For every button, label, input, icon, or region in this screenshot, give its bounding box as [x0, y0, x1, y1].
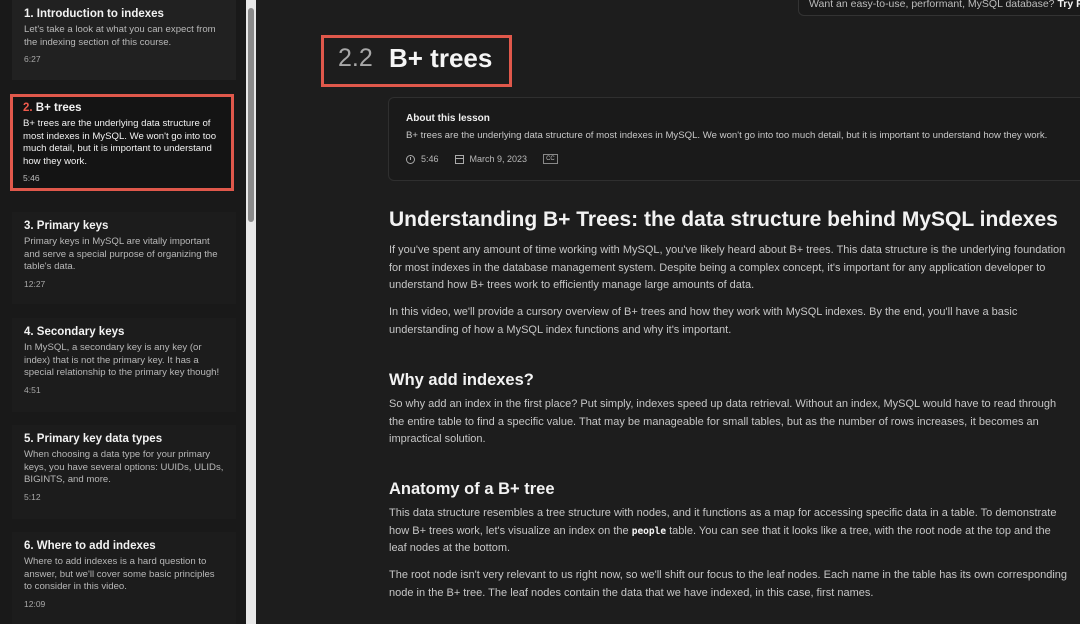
lesson-duration: 5:46 — [421, 154, 439, 164]
inline-code: people — [631, 525, 667, 537]
lesson-title: 4. Secondary keys — [24, 326, 125, 338]
article-paragraph: The root node isn't very relevant to us … — [389, 569, 1068, 599]
lesson-desc: B+ trees are the underlying data structu… — [23, 118, 217, 167]
lesson-duration: 6:27 — [24, 54, 41, 64]
lesson-item-5[interactable]: 5. Primary key data types When choosing … — [12, 425, 236, 519]
page-title: B+ trees — [389, 43, 493, 73]
lesson-duration: 4:51 — [24, 384, 41, 395]
about-description: B+ trees are the underlying data structu… — [406, 130, 1048, 141]
article-heading: Understanding B+ Trees: the data structu… — [389, 208, 1058, 231]
cc-icon: CC — [543, 154, 558, 164]
lesson-date: March 9, 2023 — [469, 154, 528, 164]
clock-icon — [406, 154, 415, 164]
lesson-desc: Primary keys in MySQL are vitally import… — [24, 236, 218, 272]
lesson-desc: In MySQL, a secondary key is any key (or… — [24, 342, 220, 378]
lesson-title: 3. Primary keys — [24, 220, 109, 232]
lesson-title: 6. Where to add indexes — [24, 540, 156, 552]
lesson-meta: 5:46 March 9, 2023 CC — [406, 154, 558, 164]
lesson-desc: Where to add indexes is a hard question … — [24, 556, 215, 592]
promo-banner[interactable]: Want an easy-to-use, performant, MySQL d… — [798, 0, 1080, 16]
lesson-title: 1. Introduction to indexes — [24, 8, 164, 20]
lesson-desc: When choosing a data type for your prima… — [24, 449, 224, 485]
lesson-item-6[interactable]: 6. Where to add indexes Where to add ind… — [12, 532, 236, 624]
lesson-duration: 5:46 — [23, 173, 40, 183]
promo-link[interactable]: Try Planet — [1057, 0, 1080, 10]
lesson-title: 2. B+ trees — [23, 102, 82, 114]
lesson-desc: Let's take a look at what you can expect… — [24, 24, 216, 48]
about-heading: About this lesson — [406, 113, 490, 124]
section-heading: Anatomy of a B+ tree — [389, 480, 555, 498]
promo-text: Want an easy-to-use, performant, MySQL d… — [809, 0, 1055, 10]
lesson-duration: 12:27 — [24, 278, 46, 289]
lesson-item-1[interactable]: 1. Introduction to indexes Let's take a … — [12, 0, 236, 80]
lesson-item-2-active[interactable]: 2. B+ trees B+ trees are the underlying … — [10, 94, 234, 191]
lesson-number: 2.2 — [338, 44, 373, 72]
lesson-sidebar: 1. Introduction to indexes Let's take a … — [0, 0, 246, 624]
lesson-duration: 5:12 — [24, 491, 41, 502]
about-lesson-card: About this lesson B+ trees are the under… — [388, 97, 1080, 181]
lesson-duration: 12:09 — [24, 598, 46, 609]
article-paragraph: So why add an index in the first place? … — [389, 398, 1057, 445]
sidebar-scrollbar-thumb[interactable] — [248, 8, 254, 222]
section-heading: Why add indexes? — [389, 371, 534, 389]
lesson-title: 5. Primary key data types — [24, 433, 163, 445]
lesson-item-3[interactable]: 3. Primary keys Primary keys in MySQL ar… — [12, 212, 236, 304]
article-paragraph: In this video, we'll provide a cursory o… — [389, 306, 1018, 336]
lesson-item-4[interactable]: 4. Secondary keys In MySQL, a secondary … — [12, 318, 236, 412]
article-paragraph: This data structure resembles a tree str… — [389, 507, 1057, 554]
calendar-icon — [454, 154, 464, 164]
article-paragraph: If you've spent any amount of time worki… — [389, 244, 1066, 291]
